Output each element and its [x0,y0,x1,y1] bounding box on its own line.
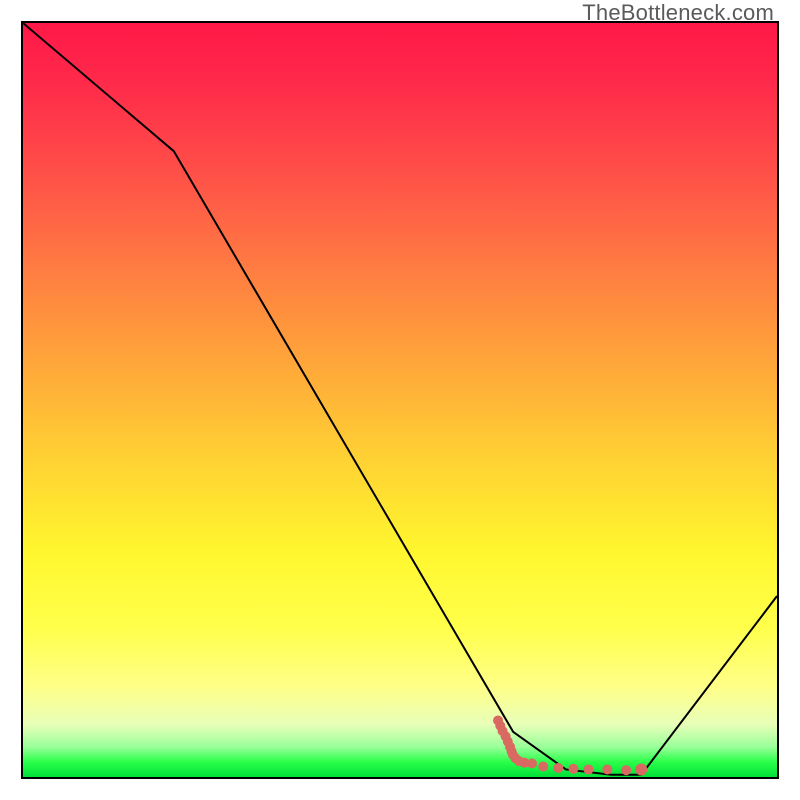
scatter-cluster-point [568,764,578,774]
chart-frame [21,21,779,779]
scatter-cluster-point [538,761,548,771]
detached-dot-point [635,763,647,775]
scatter-cluster-point [621,765,631,775]
scatter-cluster-point [527,758,537,768]
scatter-cluster-point [553,763,563,773]
chart-svg [23,23,777,777]
scatter-cluster-point [584,764,594,774]
scatter-cluster-point [602,764,612,774]
bottleneck-curve-line [23,23,777,775]
scatter-cluster-group [493,715,647,775]
